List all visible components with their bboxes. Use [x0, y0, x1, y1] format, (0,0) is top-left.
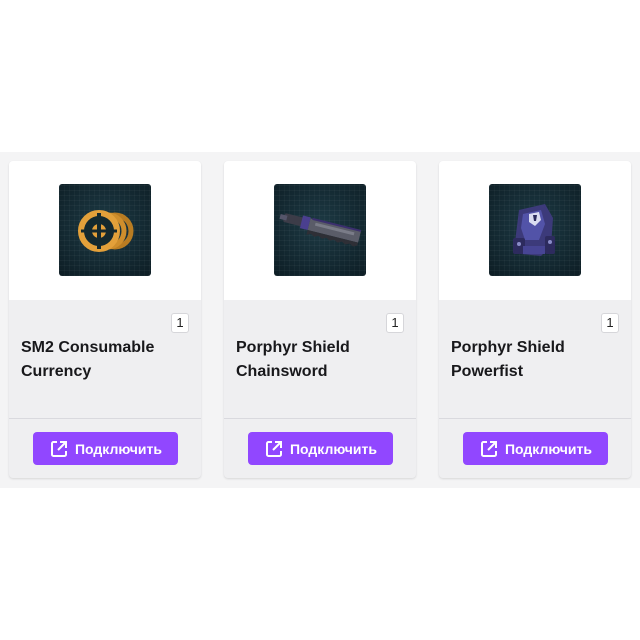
- reward-name-line: Chainsword: [236, 363, 328, 380]
- quantity-badge: 1: [601, 313, 619, 333]
- coin-stack-icon: [59, 184, 151, 276]
- connect-button-label: Подключить: [289, 440, 377, 457]
- reward-image-area: [224, 161, 416, 300]
- reward-name-line: Powerfist: [451, 363, 524, 380]
- reward-name: Porphyr Shield Powerfist: [451, 336, 619, 384]
- chainsword-icon: [274, 184, 366, 276]
- reward-name-line: Porphyr Shield: [236, 339, 350, 356]
- reward-name-line: Currency: [21, 363, 92, 380]
- connect-button[interactable]: Подключить: [248, 432, 393, 465]
- card-divider: [224, 418, 416, 419]
- reward-name-line: SM2 Consumable: [21, 339, 155, 356]
- external-link-icon: [479, 439, 499, 459]
- connect-button[interactable]: Подключить: [463, 432, 608, 465]
- quantity-badge: 1: [386, 313, 404, 333]
- quantity-badge: 1: [171, 313, 189, 333]
- reward-name: Porphyr Shield Chainsword: [236, 336, 404, 384]
- card-divider: [439, 418, 631, 419]
- reward-card-porphyr-chainsword: 1 Porphyr Shield Chainsword Подключить: [224, 161, 416, 478]
- reward-card-sm2-currency: 1 SM2 Consumable Currency Подключить: [9, 161, 201, 478]
- external-link-icon: [49, 439, 69, 459]
- connect-button-label: Подключить: [74, 440, 162, 457]
- reward-image-area: [439, 161, 631, 300]
- reward-card-porphyr-powerfist: 1 Porphyr Shield Powerfist Подключить: [439, 161, 631, 478]
- card-divider: [9, 418, 201, 419]
- reward-name: SM2 Consumable Currency: [21, 336, 189, 384]
- reward-image-area: [9, 161, 201, 300]
- connect-button[interactable]: Подключить: [33, 432, 178, 465]
- external-link-icon: [264, 439, 284, 459]
- connect-button-label: Подключить: [504, 440, 592, 457]
- powerfist-icon: [489, 184, 581, 276]
- reward-name-line: Porphyr Shield: [451, 339, 565, 356]
